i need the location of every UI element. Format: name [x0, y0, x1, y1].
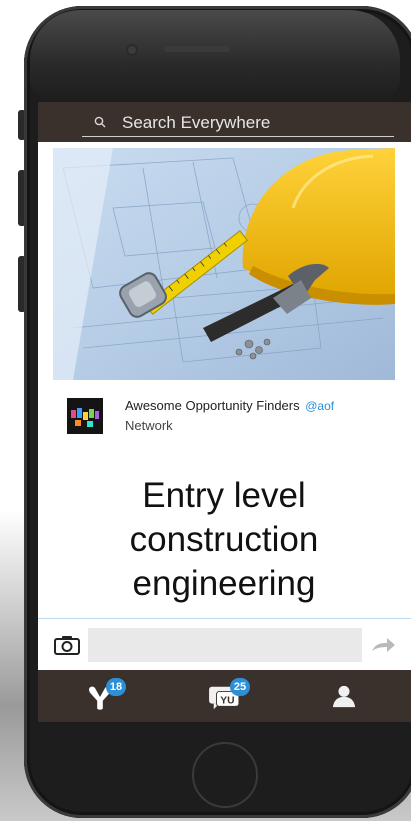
post-hero-image[interactable] [53, 148, 395, 380]
search-input[interactable]: Search Everywhere [82, 110, 394, 137]
compose-input[interactable] [88, 628, 362, 662]
headline-line: construction [129, 520, 319, 559]
search-icon [94, 116, 106, 128]
home-button[interactable] [192, 742, 258, 808]
tab-messages[interactable]: YU 25 [180, 670, 270, 722]
author-avatar[interactable] [67, 398, 103, 434]
messages-badge: 25 [230, 678, 250, 696]
phone-top-bezel [30, 10, 400, 100]
compose-bar [38, 618, 411, 671]
tab-profile[interactable] [300, 670, 390, 722]
headline-line: engineering [132, 564, 316, 603]
author-network: Network [125, 418, 173, 433]
camera-icon[interactable] [54, 635, 80, 655]
author-name-line: Awesome Opportunity Finders @aof [125, 398, 334, 413]
user-profile-icon [332, 685, 356, 708]
headline-line: Entry level [142, 476, 306, 515]
earpiece-speaker [164, 46, 230, 52]
author-name[interactable]: Awesome Opportunity Finders [125, 398, 300, 413]
post-card[interactable]: Awesome Opportunity Finders @aof Network… [53, 148, 395, 648]
front-camera [128, 46, 136, 54]
tab-bar: 18 YU 25 [38, 670, 411, 722]
author-handle[interactable]: @aof [305, 399, 334, 413]
post-headline[interactable]: Entry level construction engineering [53, 474, 395, 606]
tab-feed[interactable]: 18 [56, 670, 146, 722]
search-placeholder: Search Everywhere [122, 113, 271, 132]
feed-badge: 18 [106, 678, 126, 696]
send-arrow-icon[interactable] [370, 637, 396, 655]
svg-text:YU: YU [220, 696, 234, 707]
post-author: Awesome Opportunity Finders @aof Network [53, 384, 395, 444]
phone-screen: Search Everywhere Awesome Opportunity Fi… [38, 102, 411, 722]
search-bar: Search Everywhere [38, 102, 411, 142]
